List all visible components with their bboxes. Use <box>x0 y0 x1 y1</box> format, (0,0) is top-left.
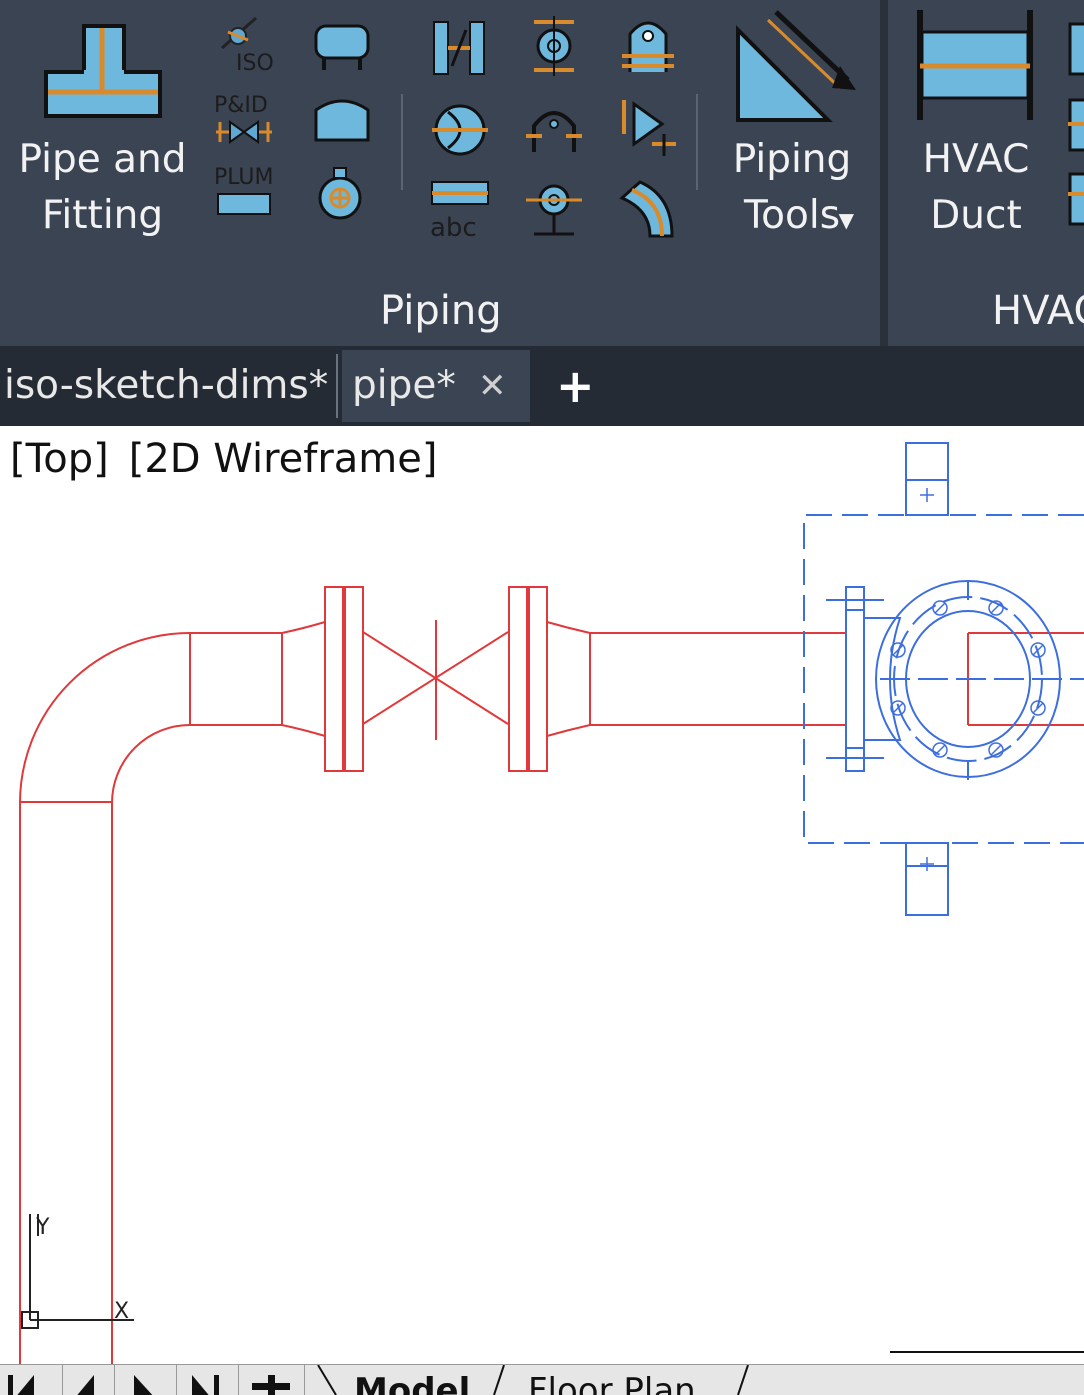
support-icon <box>526 111 582 152</box>
hvac-duct-label-2: Duct <box>930 193 1022 238</box>
steel-icon <box>433 21 485 75</box>
tab-divider <box>317 1365 337 1395</box>
pipe-label-button[interactable]: abc <box>428 176 492 243</box>
pump-icon <box>318 167 362 220</box>
flange-button[interactable] <box>522 14 586 78</box>
steel-structure-button[interactable] <box>428 16 492 80</box>
drawing-canvas: Y X <box>19 442 1084 1364</box>
next-layout-button[interactable] <box>114 1365 177 1395</box>
new-layout-button[interactable] <box>238 1365 305 1395</box>
check-valve-button[interactable] <box>616 94 680 158</box>
hvac-panel-label: HVAC <box>992 288 1084 334</box>
tab-label: iso-sketch-dims* <box>4 363 329 408</box>
tab-iso-sketch-dims[interactable]: iso-sketch-dims* <box>4 350 334 422</box>
tab-label: pipe* <box>352 363 456 408</box>
pipe-fitting-label-1: Pipe and <box>18 137 187 182</box>
iso-icon: ISO <box>221 16 274 76</box>
check-valve-icon <box>622 100 676 156</box>
piping-tools-label-2: Tools <box>743 193 841 238</box>
plumbing-icon: PLUM <box>214 165 274 215</box>
horizontal-tank-icon <box>314 24 370 70</box>
dropdown-arrow-icon[interactable]: ▼ <box>839 192 854 248</box>
iso-text: ISO <box>236 51 274 76</box>
pipe-label-icon: abc <box>430 181 489 243</box>
support-button[interactable] <box>522 96 586 160</box>
plum-text: PLUM <box>214 165 274 190</box>
last-layout-button[interactable] <box>176 1365 239 1395</box>
piping-tools-icon <box>736 10 856 122</box>
panel-divider <box>880 0 888 346</box>
pump-equipment[interactable] <box>803 442 1084 916</box>
piping-tools-label-1: Piping <box>732 137 852 182</box>
orifice-button[interactable] <box>428 98 492 162</box>
ucs-y-label: Y <box>35 1215 50 1240</box>
new-tab-button[interactable]: + <box>556 354 608 418</box>
tank-vertical-button[interactable] <box>310 90 374 148</box>
instrument-icon <box>526 184 582 236</box>
last-icon <box>192 1375 219 1395</box>
ucs-x-label: X <box>114 1299 129 1324</box>
close-icon[interactable]: ✕ <box>478 350 507 422</box>
instrument-button[interactable] <box>522 176 586 240</box>
hvac-duct-icon <box>917 10 1033 120</box>
elbow-icon <box>619 180 674 238</box>
tab-separator <box>336 354 338 418</box>
hvac-duct-label-1: HVAC <box>922 137 1030 182</box>
previous-layout-button[interactable] <box>52 1365 115 1395</box>
plumbing-button[interactable]: PLUM <box>212 160 276 224</box>
pipe-and-fitting-button[interactable]: Pipe and Fitting <box>10 10 195 250</box>
iso-pipe-button[interactable]: ISO <box>212 12 276 76</box>
plus-icon: + <box>556 359 595 413</box>
pid-text: P&ID <box>214 93 268 118</box>
hvac-duct-button[interactable]: HVAC Duct <box>898 10 1054 250</box>
ribbon: Pipe and Fitting ISO P&ID PLUM abc Pipin… <box>0 0 1084 346</box>
layout-tab-bar: Model Floor Plan <box>0 1364 1084 1395</box>
tab-pipe[interactable]: pipe* ✕ <box>342 350 530 422</box>
pid-icon: P&ID <box>214 93 272 144</box>
document-tab-bar: iso-sketch-dims* pipe* ✕ + <box>0 346 1084 426</box>
nozzle-button[interactable] <box>616 12 680 76</box>
piping-panel-label: Piping <box>380 288 502 334</box>
layout-tab-floor-plan[interactable]: Floor Plan <box>528 1371 696 1395</box>
layout-tab-model[interactable]: Model <box>354 1371 470 1395</box>
abc-text: abc <box>430 213 477 240</box>
ribbon-separator <box>696 94 698 190</box>
pipe-fitting-icon <box>44 24 162 118</box>
elbow-button[interactable] <box>616 176 680 240</box>
pipe-fitting-label-2: Fitting <box>41 193 164 238</box>
orifice-icon <box>432 104 488 156</box>
hvac-small-button[interactable] <box>1066 14 1084 244</box>
pid-button[interactable]: P&ID <box>212 88 276 152</box>
next-icon <box>134 1375 153 1395</box>
pipe-run[interactable] <box>19 586 1084 1364</box>
hvac-fitting-icon <box>1068 22 1084 226</box>
pump-button[interactable] <box>310 162 374 226</box>
drawing-viewport[interactable]: [Top] [2D Wireframe] Y X <box>0 426 1084 1364</box>
plus-icon <box>252 1375 290 1395</box>
nozzle-icon <box>622 21 674 72</box>
tab-divider <box>493 1365 505 1395</box>
vertical-tank-icon <box>314 99 370 142</box>
tab-divider <box>737 1365 749 1395</box>
piping-tools-button[interactable]: Piping Tools ▼ <box>712 10 872 250</box>
ribbon-separator <box>401 94 403 190</box>
flange-icon <box>534 16 574 76</box>
tank-horizontal-button[interactable] <box>310 18 374 76</box>
previous-icon <box>77 1375 94 1395</box>
